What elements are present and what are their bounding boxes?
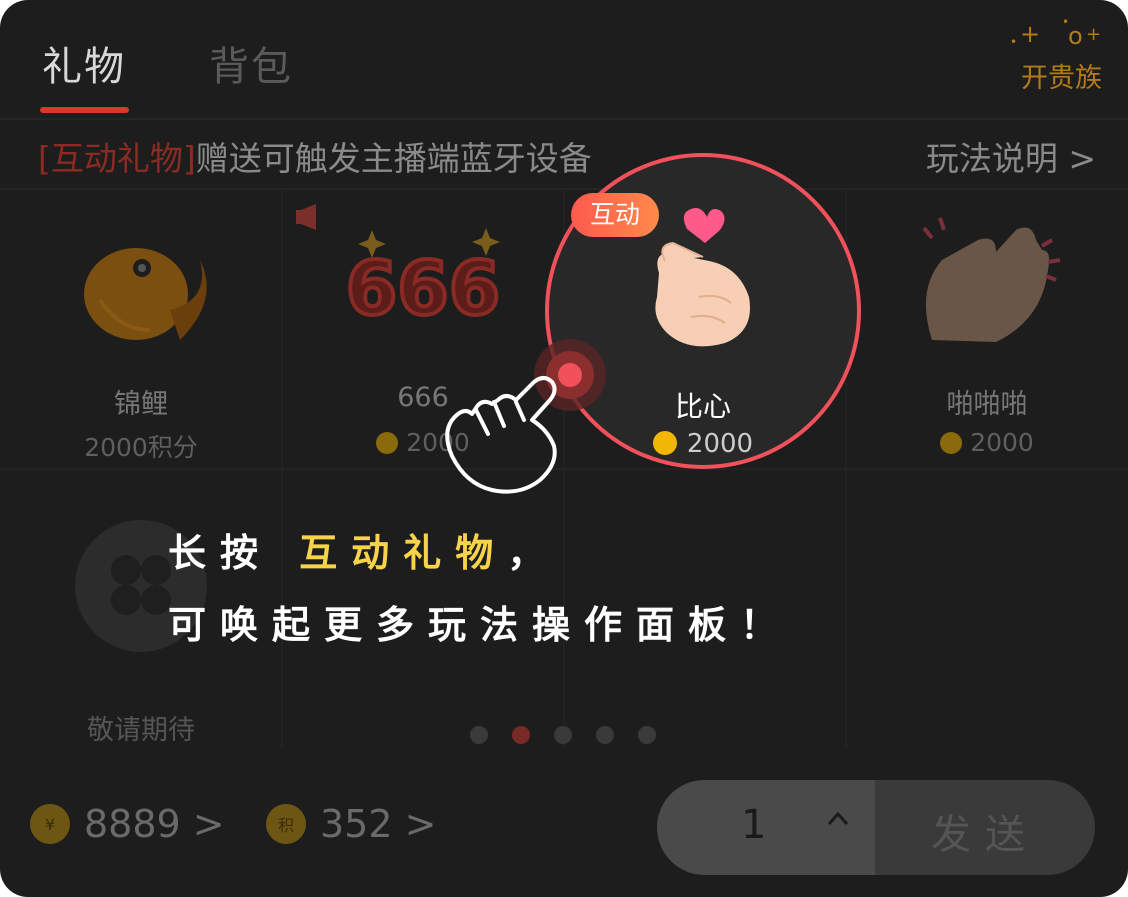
gift-price: 2000积分 <box>84 433 198 462</box>
coin-balance[interactable]: ¥ 8889 > <box>30 802 225 846</box>
koi-fish-icon <box>84 248 207 340</box>
tab-bar: 礼物 背包 + • o + • 开贵族 <box>0 0 1128 113</box>
gift-name: 啪啪啪 <box>946 389 1028 420</box>
gift-price-value: 2000 <box>686 429 754 459</box>
gift-item-koi[interactable]: 锦鲤 2000积分 <box>0 190 282 470</box>
footer-bar: ¥ 8889 > 积 352 > 1 发送 <box>0 760 1128 897</box>
quantity-selector[interactable]: 1 <box>657 780 875 875</box>
hint-highlight: 互动礼物 <box>299 531 508 575</box>
coin-icon: ¥ <box>30 804 70 844</box>
gift-item-clap[interactable]: 啪啪啪 2000 <box>846 190 1128 470</box>
pointing-hand-icon <box>445 376 557 494</box>
coin-icon <box>940 432 963 454</box>
chevron-up-icon <box>827 811 849 826</box>
gift-panel: 礼物 背包 + • o + • 开贵族 [互动礼物]赠送可触发主播端蓝牙设备 玩… <box>0 0 1128 897</box>
interactive-tag-badge: 互动 <box>571 193 659 237</box>
hint-line-2: 可唤起更多玩法操作面板！ <box>168 603 793 647</box>
sparkle-icon: + <box>1020 20 1041 48</box>
page-dot[interactable] <box>470 726 488 744</box>
page-indicator <box>470 726 656 744</box>
points-balance[interactable]: 积 352 > <box>266 802 436 846</box>
sparkle-icon: • <box>1062 15 1070 29</box>
vip-label: 开贵族 <box>1021 63 1102 94</box>
page-dot[interactable] <box>596 726 614 744</box>
sparkle-icon: + <box>1086 24 1102 45</box>
hint-suffix: ， <box>507 531 560 575</box>
tab-backpack[interactable]: 背包 <box>209 34 293 92</box>
page-dot[interactable] <box>554 726 572 744</box>
hint-prefix: 长按 <box>168 531 273 575</box>
tab-gifts[interactable]: 礼物 <box>42 34 126 92</box>
coin-icon <box>376 432 399 454</box>
page-dot-active[interactable] <box>512 726 530 744</box>
gift-price: 2000 <box>846 428 1128 457</box>
active-tab-indicator <box>40 107 129 113</box>
hint-line-1: 长按 互动礼物， <box>168 522 559 577</box>
quantity-value: 1 <box>741 802 767 848</box>
points-icon: 积 <box>266 804 306 844</box>
666-icon: 666 <box>296 204 502 334</box>
send-label: 发送 <box>931 812 1039 858</box>
coin-icon <box>652 431 677 455</box>
send-button[interactable]: 发送 <box>875 780 1095 875</box>
banner-text: [互动礼物]赠送可触发主播端蓝牙设备 <box>38 132 592 180</box>
sparkle-icon: • <box>1010 35 1018 49</box>
points-balance-value: 352 > <box>320 802 437 846</box>
gameplay-info-link[interactable]: 玩法说明 > <box>926 132 1096 180</box>
banner-tag: [互动礼物] <box>38 139 196 178</box>
gift-price-value: 2000 <box>970 428 1034 457</box>
clapping-hands-icon <box>922 217 1061 342</box>
send-control: 1 发送 <box>657 780 1095 875</box>
banner-description: 赠送可触发主播端蓝牙设备 <box>195 139 592 178</box>
sparkle-icon: o <box>1068 22 1083 50</box>
page-dot[interactable] <box>638 726 656 744</box>
gift-name: 锦鲤 <box>114 389 168 420</box>
vip-button[interactable]: + • o + • 开贵族 <box>1002 16 1102 94</box>
gift-name: 敬请期待 <box>87 715 195 746</box>
svg-text:666: 666 <box>346 246 500 332</box>
gift-price: 2000 <box>549 429 857 459</box>
coin-balance-value: 8889 > <box>84 802 225 846</box>
clover-placeholder-icon <box>75 520 207 652</box>
